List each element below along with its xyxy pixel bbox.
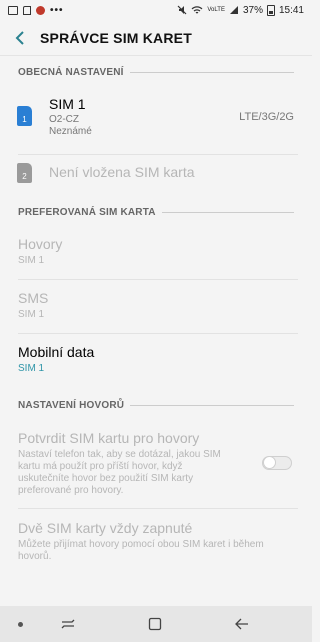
section-title-general: OBECNÁ NASTAVENÍ [18,67,124,78]
home-icon [148,617,162,631]
settings-list: OBECNÁ NASTAVENÍ 1 SIM 1 O2-CZ Neznámé L… [0,56,312,606]
calls-value: SIM 1 [18,255,45,266]
sim1-card-icon: 1 [17,106,32,126]
recents-icon [61,619,75,629]
divider [18,333,298,334]
divider [18,279,298,280]
sim-notification-icon [23,5,31,15]
section-divider [129,72,294,73]
section-header-general: OBECNÁ NASTAVENÍ [0,67,312,78]
sim2-item: 2 Není vložena SIM karta [0,155,312,195]
clock: 15:41 [278,4,304,16]
status-bar: ••• VoLTE 37% 15:41 [0,0,312,20]
divider [18,508,298,509]
section-header-preferred: PREFEROVANÁ SIM KARTA [0,207,312,218]
app-bar: SPRÁVCE SIM KARET [0,20,312,56]
data-value: SIM 1 [18,363,45,374]
data-title: Mobilní data [18,344,95,360]
dual-sim-item: Dvě SIM karty vždy zapnuté Můžete přijím… [0,512,312,572]
section-divider [130,405,294,406]
back-nav-button[interactable] [222,606,262,642]
sms-value: SIM 1 [18,309,45,320]
nav-indicator-dot [0,606,40,642]
sim1-operator: O2-CZ [49,114,79,125]
volte-label: VoLTE [207,7,225,13]
dual-sim-title: Dvě SIM karty vždy zapnuté [18,520,193,536]
sim1-item[interactable]: 1 SIM 1 O2-CZ Neznámé LTE/3G/2G [0,92,312,150]
status-indicators: VoLTE 37% 15:41 [177,4,304,16]
section-divider [161,212,294,213]
sim2-card-icon: 2 [17,163,32,183]
confirm-sim-description: Nastaví telefon tak, aby se dotázal, jak… [18,449,221,496]
dual-sim-description: Můžete přijímat hovory pomocí obou SIM k… [18,539,264,562]
home-button[interactable] [135,606,175,642]
sms-title: SMS [18,290,49,306]
page-title: SPRÁVCE SIM KARET [40,29,192,46]
section-title-calls: NASTAVENÍ HOVORŮ [18,400,125,411]
preferred-calls-item: Hovory SIM 1 [0,229,312,279]
wifi-icon [191,6,203,14]
back-nav-icon [235,618,248,630]
signal-icon [229,6,238,14]
recents-button[interactable] [48,606,88,642]
confirm-sim-toggle[interactable] [262,456,292,470]
mute-icon [177,5,187,15]
preferred-sms-item: SMS SIM 1 [0,283,312,333]
gallery-notification-icon [8,5,18,15]
back-button[interactable] [0,20,40,56]
calls-title: Hovory [18,236,63,252]
status-notifications: ••• [8,5,64,16]
sim2-icon-number: 2 [22,172,27,181]
battery-icon [266,4,275,16]
sim2-title: Není vložena SIM karta [49,164,195,180]
sim1-network-mode: LTE/3G/2G [239,111,294,123]
sim1-number: Neznámé [49,126,92,137]
app-notification-icon [36,5,45,15]
more-notifications-icon: ••• [50,4,64,16]
battery-percent: 37% [242,4,263,16]
section-title-preferred: PREFEROVANÁ SIM KARTA [18,207,156,218]
back-arrow-icon [15,30,24,45]
sim1-title: SIM 1 [49,96,86,112]
sim1-icon-number: 1 [22,115,27,124]
navigation-bar [0,606,312,642]
confirm-sim-title: Potvrdit SIM kartu pro hovory [18,430,200,446]
preferred-data-item[interactable]: Mobilní data SIM 1 [0,337,312,387]
section-header-calls: NASTAVENÍ HOVORŮ [0,400,312,411]
